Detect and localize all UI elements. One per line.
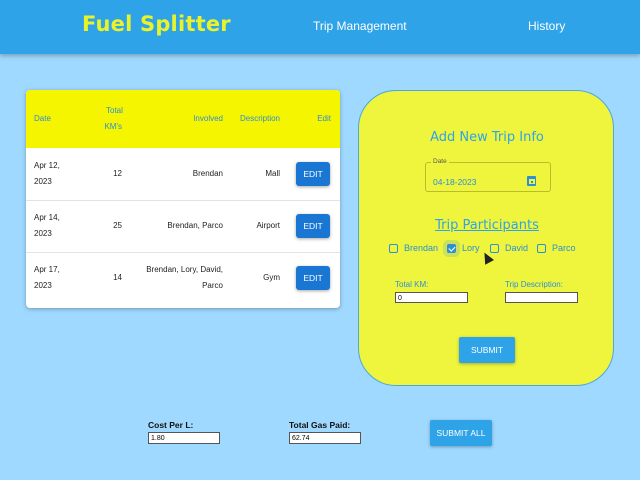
col-header-edit: Edit — [317, 114, 331, 123]
date-label: Date — [431, 158, 449, 166]
checkbox-lory[interactable] — [447, 244, 456, 253]
trip-description-input[interactable] — [505, 292, 578, 303]
app-header: Fuel Splitter Trip Management History — [0, 0, 640, 54]
table-row: Apr 17, 2023 14 Brendan, Lory, David, Pa… — [26, 252, 340, 304]
submit-button[interactable]: SUBMIT — [459, 337, 515, 363]
app-brand: Fuel Splitter — [82, 12, 231, 36]
calendar-icon[interactable] — [527, 176, 536, 186]
cost-per-l-input[interactable]: 1.80 — [148, 432, 220, 444]
participant-label: Lory — [462, 243, 480, 253]
total-km-label: Total KM: — [395, 280, 429, 289]
table-row: Apr 12, 2023 12 Brendan Mall EDIT — [26, 148, 340, 201]
row-involved: Brendan, Parco — [167, 221, 223, 230]
date-value[interactable]: 04-18-2023 — [433, 177, 476, 187]
nav-trip-management[interactable]: Trip Management — [313, 19, 407, 33]
form-title: Add New Trip Info — [430, 130, 544, 145]
row-date: Apr 14, — [34, 213, 60, 222]
table-header: Date Total KM's Involved Description Edi… — [26, 90, 340, 148]
row-kms: 12 — [113, 169, 122, 178]
edit-button[interactable]: EDIT — [296, 162, 330, 186]
total-km-input[interactable]: 0 — [395, 292, 468, 303]
col-header-date: Date — [34, 114, 51, 123]
row-date-year: 2023 — [34, 281, 52, 290]
col-header-involved: Involved — [193, 114, 223, 123]
total-gas-paid-input[interactable]: 62.74 — [289, 432, 361, 444]
row-date: Apr 12, — [34, 161, 60, 170]
cost-per-l-label: Cost Per L: — [148, 420, 194, 430]
row-kms: 14 — [113, 273, 122, 282]
edit-button[interactable]: EDIT — [296, 266, 330, 290]
date-field[interactable]: Date 04-18-2023 — [425, 158, 551, 192]
submit-all-button[interactable]: SUBMIT ALL — [430, 420, 492, 446]
participant-label: Parco — [552, 243, 576, 253]
row-kms: 25 — [113, 221, 122, 230]
checkbox-david[interactable] — [490, 244, 499, 253]
checkbox-parco[interactable] — [537, 244, 546, 253]
row-date-year: 2023 — [34, 229, 52, 238]
participants-title: Trip Participants — [435, 218, 539, 233]
nav-history[interactable]: History — [528, 19, 565, 33]
trip-description-label: Trip Description: — [505, 280, 563, 289]
participant-label: Brendan — [404, 243, 439, 253]
participant-label: David — [505, 243, 529, 253]
checkbox-brendan[interactable] — [389, 244, 398, 253]
edit-button[interactable]: EDIT — [296, 214, 330, 238]
row-date: Apr 17, — [34, 265, 60, 274]
add-trip-form: Add New Trip Info Date 04-18-2023 Trip P… — [358, 90, 614, 386]
row-date-year: 2023 — [34, 177, 52, 186]
row-involved: Brendan, Lory, David, — [146, 265, 223, 274]
trips-table: Date Total KM's Involved Description Edi… — [26, 90, 340, 308]
col-header-total-kms-line1: Total — [106, 106, 123, 115]
col-header-total-kms-line2: KM's — [104, 122, 122, 131]
col-header-description: Description — [239, 114, 280, 123]
row-description: Airport — [256, 221, 280, 230]
row-involved: Brendan — [192, 169, 223, 178]
row-involved-cont: Parco — [202, 281, 223, 290]
table-row: Apr 14, 2023 25 Brendan, Parco Airport E… — [26, 200, 340, 253]
total-gas-paid-label: Total Gas Paid: — [289, 420, 351, 430]
row-description: Gym — [263, 273, 280, 282]
row-description: Mall — [265, 169, 280, 178]
